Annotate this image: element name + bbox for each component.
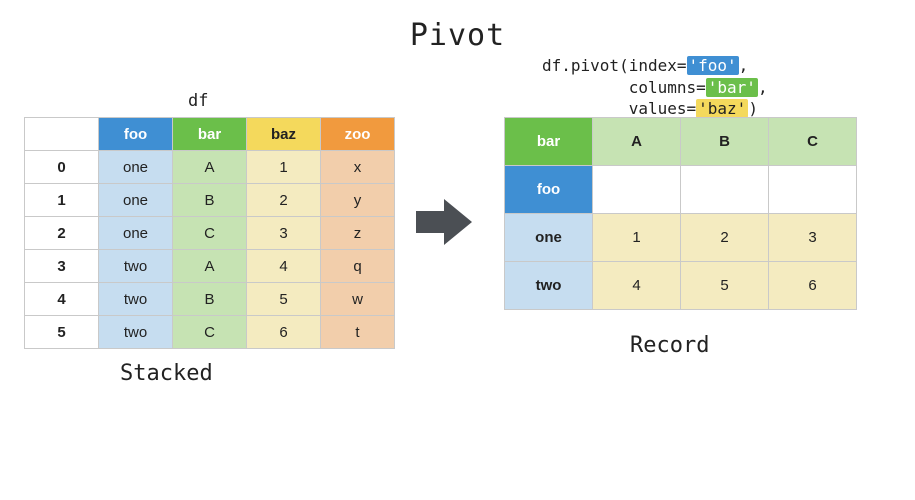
cell: 4 bbox=[593, 262, 681, 310]
cell: w bbox=[321, 283, 395, 316]
cell: 1 bbox=[247, 151, 321, 184]
code-text: columns= bbox=[629, 78, 706, 97]
row-index: 3 bbox=[25, 250, 99, 283]
col-header: bar bbox=[173, 118, 247, 151]
table-row: 2 one C 3 z bbox=[25, 217, 395, 250]
cell: y bbox=[321, 184, 395, 217]
cell: q bbox=[321, 250, 395, 283]
index-corner bbox=[25, 118, 99, 151]
table-row: bar A B C bbox=[505, 118, 857, 166]
table-row: foo bar baz zoo bbox=[25, 118, 395, 151]
table-row: 3 two A 4 q bbox=[25, 250, 395, 283]
col-header: C bbox=[769, 118, 857, 166]
col-header: baz bbox=[247, 118, 321, 151]
cell: 4 bbox=[247, 250, 321, 283]
cell: one bbox=[99, 151, 173, 184]
stage: df.pivot(index='foo', columns='bar', val… bbox=[0, 73, 915, 453]
cell: t bbox=[321, 316, 395, 349]
code-text bbox=[542, 78, 629, 97]
col-header: A bbox=[593, 118, 681, 166]
cell: 6 bbox=[247, 316, 321, 349]
cell: A bbox=[173, 250, 247, 283]
cell: one bbox=[99, 217, 173, 250]
cell: C bbox=[173, 316, 247, 349]
cell: 5 bbox=[247, 283, 321, 316]
page-title: Pivot bbox=[0, 18, 915, 53]
cell: B bbox=[173, 283, 247, 316]
code-text bbox=[542, 99, 629, 118]
cell bbox=[769, 166, 857, 214]
row-index: 4 bbox=[25, 283, 99, 316]
table-row: 0 one A 1 x bbox=[25, 151, 395, 184]
arrow-right-icon bbox=[414, 197, 474, 247]
table-row: 4 two B 5 w bbox=[25, 283, 395, 316]
col-header: zoo bbox=[321, 118, 395, 151]
cell: two bbox=[99, 316, 173, 349]
row-index: 0 bbox=[25, 151, 99, 184]
cell: 3 bbox=[247, 217, 321, 250]
row-index: two bbox=[505, 262, 593, 310]
table-row: 5 two C 6 t bbox=[25, 316, 395, 349]
record-table: bar A B C foo one 1 2 3 two 4 5 6 bbox=[504, 117, 857, 310]
cell: two bbox=[99, 250, 173, 283]
cell bbox=[593, 166, 681, 214]
code-text: ) bbox=[748, 99, 758, 118]
col-header: B bbox=[681, 118, 769, 166]
right-caption: Record bbox=[630, 333, 709, 358]
cell: C bbox=[173, 217, 247, 250]
pivot-diagram: Pivot df.pivot(index='foo', columns='bar… bbox=[0, 0, 915, 500]
code-arg-columns: 'bar' bbox=[706, 78, 758, 97]
code-text: index= bbox=[629, 56, 687, 75]
cell: B bbox=[173, 184, 247, 217]
code-arg-index: 'foo' bbox=[687, 56, 739, 75]
table-row: foo bbox=[505, 166, 857, 214]
code-text: , bbox=[758, 78, 768, 97]
code-text: df.pivot( bbox=[542, 56, 629, 75]
stacked-table: foo bar baz zoo 0 one A 1 x 1 one B 2 y … bbox=[24, 117, 395, 349]
cell: A bbox=[173, 151, 247, 184]
row-index: 1 bbox=[25, 184, 99, 217]
col-header: foo bbox=[99, 118, 173, 151]
cell: 6 bbox=[769, 262, 857, 310]
code-text: values= bbox=[629, 99, 696, 118]
cell: z bbox=[321, 217, 395, 250]
code-snippet: df.pivot(index='foo', columns='bar', val… bbox=[542, 55, 768, 120]
cell: x bbox=[321, 151, 395, 184]
table-row: one 1 2 3 bbox=[505, 214, 857, 262]
table-row: 1 one B 2 y bbox=[25, 184, 395, 217]
cell: 3 bbox=[769, 214, 857, 262]
cell: 5 bbox=[681, 262, 769, 310]
df-name: df bbox=[188, 91, 208, 111]
table-row: two 4 5 6 bbox=[505, 262, 857, 310]
cell: 2 bbox=[247, 184, 321, 217]
cell: 1 bbox=[593, 214, 681, 262]
col-index-name: bar bbox=[505, 118, 593, 166]
cell bbox=[681, 166, 769, 214]
row-index-name: foo bbox=[505, 166, 593, 214]
code-arg-values: 'baz' bbox=[696, 99, 748, 118]
left-caption: Stacked bbox=[120, 361, 213, 386]
cell: one bbox=[99, 184, 173, 217]
cell: 2 bbox=[681, 214, 769, 262]
row-index: 2 bbox=[25, 217, 99, 250]
code-text: , bbox=[739, 56, 749, 75]
row-index: one bbox=[505, 214, 593, 262]
row-index: 5 bbox=[25, 316, 99, 349]
cell: two bbox=[99, 283, 173, 316]
